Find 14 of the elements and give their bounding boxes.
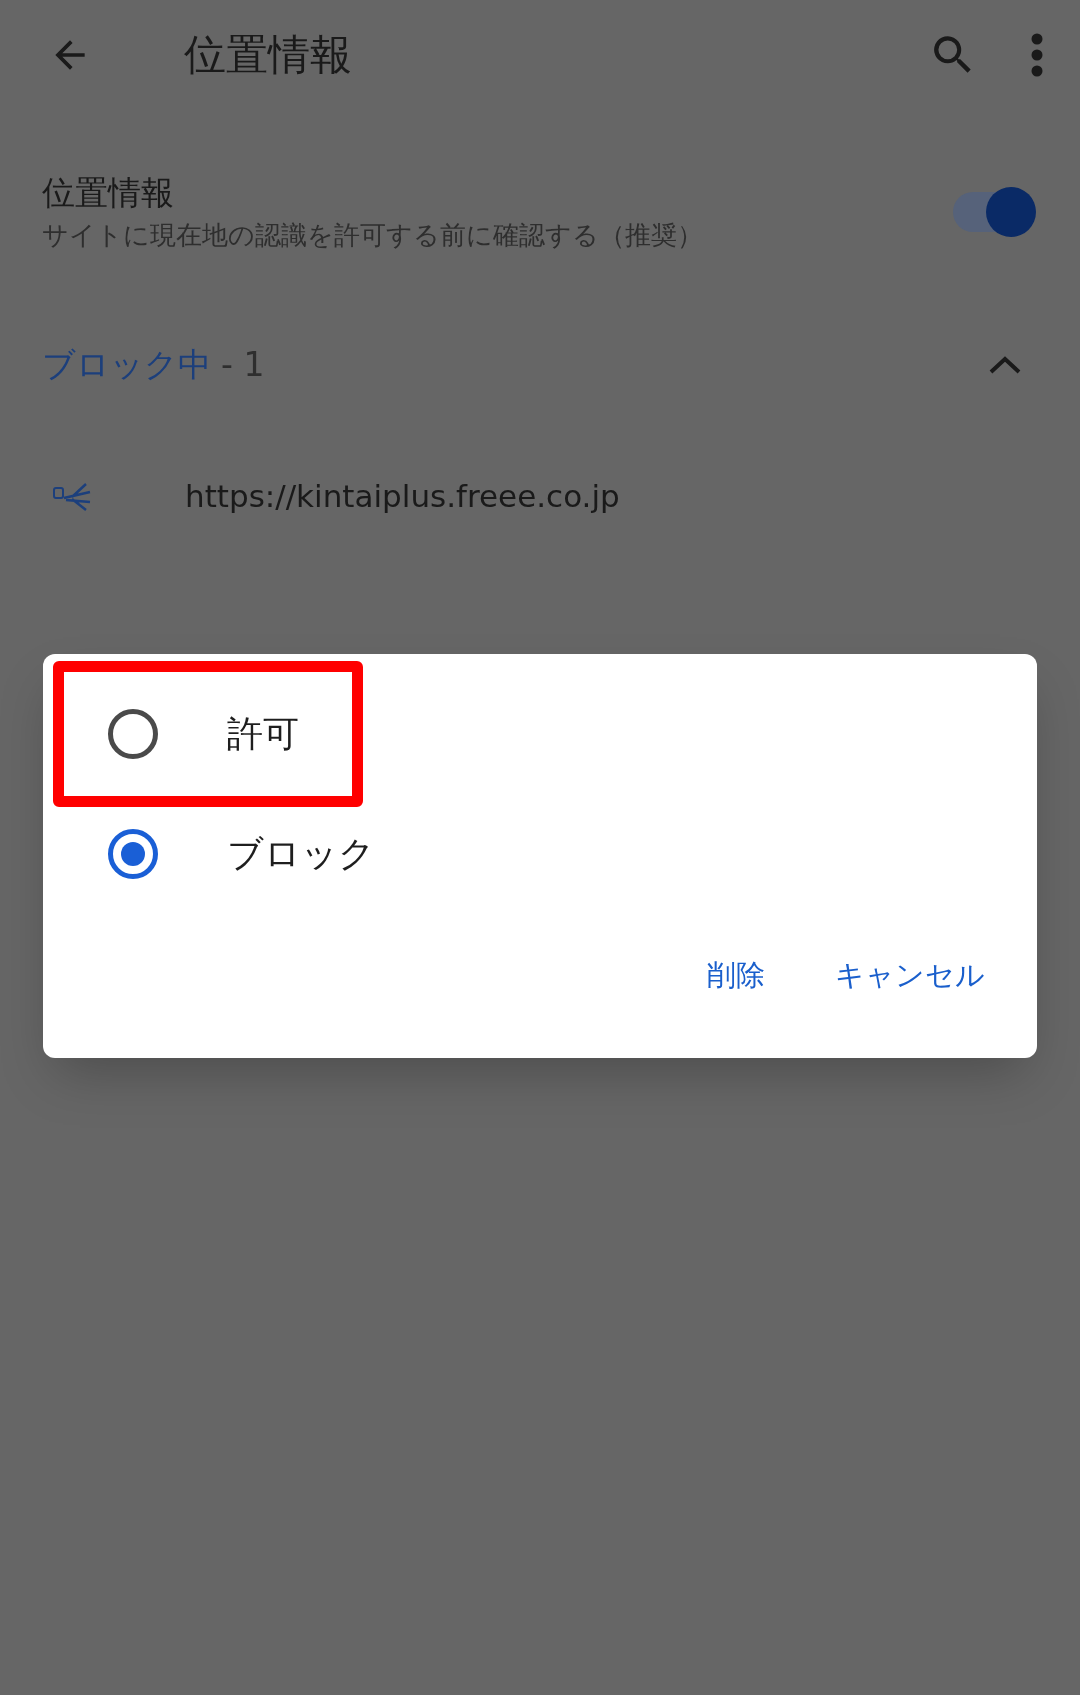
option-label[interactable]: 許可 [227, 706, 299, 761]
section-count: - 1 [221, 343, 265, 386]
radio-button[interactable] [108, 708, 158, 759]
dialog-button[interactable]: キャンセル [815, 943, 1005, 1008]
page-title: 位置情報 [184, 34, 352, 76]
site-url[interactable]: https://kintaiplus.freee.co.jp [185, 473, 620, 520]
setting-title: 位置情報 [42, 172, 175, 214]
option-label[interactable]: ブロック [227, 826, 375, 881]
dialog-button[interactable]: 削除 [687, 943, 785, 1008]
radio-button[interactable] [108, 828, 158, 879]
section-label: ブロック中 [42, 343, 211, 386]
setting-description: サイトに現在地の認識を許可する前に確認する（推奨） [42, 219, 704, 252]
more-options-icon[interactable] [1030, 32, 1044, 78]
chevron-up-icon[interactable] [988, 354, 1022, 375]
